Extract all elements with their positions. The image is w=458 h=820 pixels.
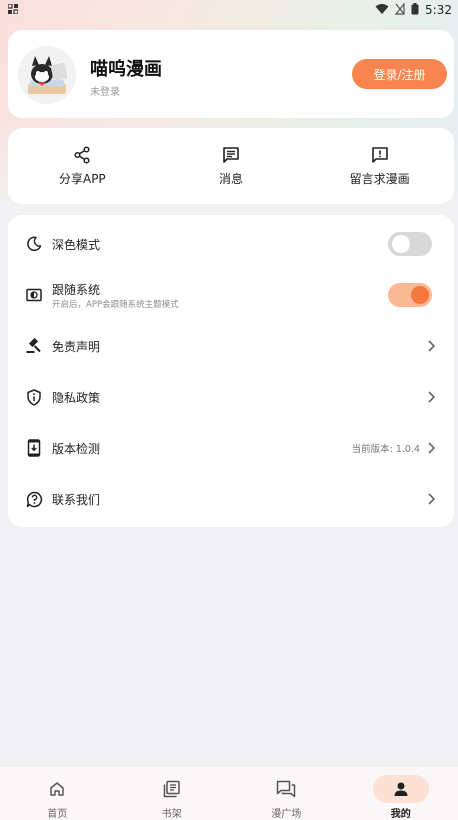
follow-system-row: 跟随系统 开启后，APP会跟随系统主题模式 xyxy=(8,270,454,320)
chevron-right-icon xyxy=(428,391,436,403)
follow-system-label: 跟随系统 xyxy=(52,283,101,297)
no-signal-icon xyxy=(394,1,405,18)
login-register-button[interactable]: 登录/注册 xyxy=(352,59,447,89)
quick-actions-card: 分享APP 消息 留言求漫画 xyxy=(8,128,454,204)
gavel-icon xyxy=(24,336,44,356)
follow-system-sublabel: 开启后，APP会跟随系统主题模式 xyxy=(52,300,179,310)
privacy-row[interactable]: 隐私政策 xyxy=(8,372,454,422)
nav-home[interactable]: 首页 xyxy=(0,767,115,820)
disclaimer-label: 免责声明 xyxy=(52,339,101,354)
share-app-label: 分享APP xyxy=(58,171,106,186)
disclaimer-row[interactable]: 免责声明 xyxy=(8,321,454,371)
chevron-right-icon xyxy=(428,442,436,454)
follow-system-toggle[interactable] xyxy=(388,283,432,307)
shield-info-icon xyxy=(24,387,44,407)
toggle-knob xyxy=(411,286,429,304)
person-icon xyxy=(391,779,411,799)
clock-time: 5:32 xyxy=(425,3,452,17)
nav-forum[interactable]: 漫广场 xyxy=(229,767,344,820)
help-bubble-icon xyxy=(24,489,44,509)
share-app-button[interactable]: 分享APP xyxy=(8,128,157,204)
messages-button[interactable]: 消息 xyxy=(157,128,306,204)
login-status: 未登录 xyxy=(90,87,120,98)
dark-mode-toggle[interactable] xyxy=(388,232,432,256)
dark-mode-label: 深色模式 xyxy=(52,237,101,252)
chevron-right-icon xyxy=(428,340,436,352)
wifi-icon xyxy=(375,3,389,18)
nav-forum-label: 漫广场 xyxy=(271,809,302,820)
request-comic-button[interactable]: 留言求漫画 xyxy=(305,128,454,204)
nav-profile-label: 我的 xyxy=(390,809,411,820)
battery-icon xyxy=(411,2,419,18)
privacy-label: 隐私政策 xyxy=(52,390,101,405)
forum-icon xyxy=(276,779,296,799)
cat-mascot-icon xyxy=(18,46,76,104)
contact-row[interactable]: 联系我们 xyxy=(8,474,454,524)
bookshelf-icon xyxy=(162,779,182,799)
home-icon xyxy=(47,779,67,799)
current-version-text: 当前版本: 1.0.4 xyxy=(351,444,420,455)
chevron-right-icon xyxy=(428,493,436,505)
phone-update-icon xyxy=(24,438,44,458)
bottom-navigation: 首页 书架 漫广场 我的 xyxy=(0,766,458,820)
message-icon xyxy=(223,146,239,163)
messages-label: 消息 xyxy=(219,171,244,186)
avatar[interactable] xyxy=(18,46,76,104)
share-icon xyxy=(74,145,90,164)
notification-grid-icon xyxy=(7,3,19,17)
settings-card: 深色模式 跟随系统 开启后，APP会跟随系统主题模式 免责声明 隐私政策 版本检… xyxy=(8,215,454,527)
dark-mode-row: 深色模式 xyxy=(8,219,454,269)
nav-home-label: 首页 xyxy=(47,809,68,820)
app-name: 喵呜漫画 xyxy=(90,59,162,80)
request-comic-label: 留言求漫画 xyxy=(349,171,410,186)
theme-auto-icon xyxy=(24,285,44,305)
nav-bookshelf-label: 书架 xyxy=(161,809,182,820)
toggle-knob xyxy=(392,235,410,253)
profile-card: 喵呜漫画 未登录 登录/注册 xyxy=(8,30,454,118)
feedback-icon xyxy=(371,146,388,163)
moon-icon xyxy=(24,234,44,254)
version-check-label: 版本检测 xyxy=(52,441,101,456)
version-check-row[interactable]: 版本检测 当前版本: 1.0.4 xyxy=(8,423,454,473)
contact-label: 联系我们 xyxy=(52,492,101,507)
status-bar: 5:32 xyxy=(0,0,458,20)
nav-bookshelf[interactable]: 书架 xyxy=(115,767,230,820)
nav-profile[interactable]: 我的 xyxy=(344,767,458,820)
